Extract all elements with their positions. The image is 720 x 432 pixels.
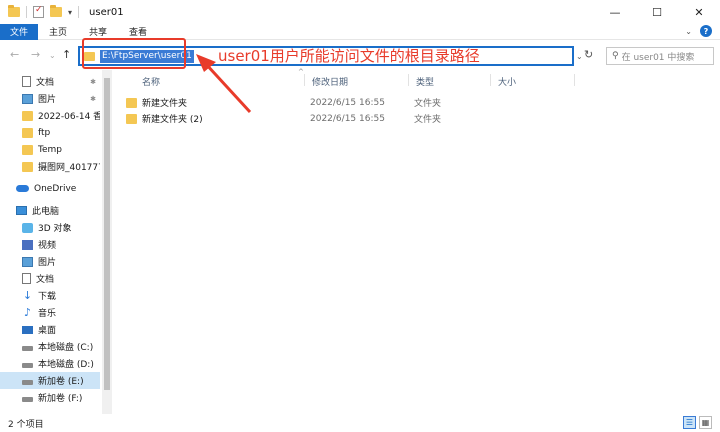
folder-icon xyxy=(22,161,33,172)
navigation-pane: 文档 ✱ 图片 ✱ 2022-06-14 香港 ftp Temp 摄图网_401… xyxy=(0,70,112,414)
nav-item-drive-c[interactable]: 本地磁盘 (C:) xyxy=(0,338,100,355)
large-icons-view-icon[interactable]: ▦ xyxy=(699,416,712,429)
annotation-text: user01用户所能访问文件的根目录路径 xyxy=(218,47,480,65)
window-title: user01 xyxy=(89,6,124,18)
picture-icon xyxy=(22,93,33,104)
nav-item-3d-objects[interactable]: 3D 对象 xyxy=(0,219,100,236)
new-folder-icon[interactable] xyxy=(50,5,62,17)
title-bar: ▾ user01 — ☐ ✕ xyxy=(0,0,720,24)
nav-item-temp[interactable]: Temp xyxy=(0,141,100,158)
properties-icon[interactable] xyxy=(33,5,44,18)
column-divider[interactable] xyxy=(490,74,491,86)
separator xyxy=(78,6,80,18)
help-icon[interactable]: ? xyxy=(700,25,712,37)
nav-item-desktop[interactable]: 桌面 xyxy=(0,321,100,338)
annotation-highlight-box xyxy=(82,38,186,69)
status-bar: 2 个项目 ☰ ▦ xyxy=(0,414,720,432)
back-arrow-icon[interactable]: ← xyxy=(10,48,19,61)
column-header-size[interactable]: 大小 xyxy=(498,75,516,88)
column-divider[interactable] xyxy=(408,74,409,86)
folder-icon xyxy=(126,113,137,124)
file-row[interactable]: 新建文件夹 (2) 2022/6/15 16:55 文件夹 xyxy=(126,111,546,126)
chevron-down-icon[interactable]: ⌄ xyxy=(685,27,692,36)
desktop-icon xyxy=(22,325,33,334)
search-icon: ⚲ xyxy=(612,51,619,61)
document-icon xyxy=(22,76,31,87)
file-row[interactable]: 新建文件夹 2022/6/15 16:55 文件夹 xyxy=(126,95,546,110)
nav-item-pictures[interactable]: 图片 xyxy=(0,253,100,270)
nav-scrollbar-thumb[interactable] xyxy=(104,78,110,390)
refresh-icon[interactable]: ↻ xyxy=(584,48,593,61)
pin-icon: ✱ xyxy=(90,77,96,86)
nav-item-drive-e[interactable]: 新加卷 (E:) xyxy=(0,372,100,389)
file-type: 文件夹 xyxy=(414,115,442,125)
file-list: 名称 ^ 修改日期 类型 大小 新建文件夹 2022/6/15 16:55 文件… xyxy=(114,68,714,414)
nav-item-pictures-pinned[interactable]: 图片 ✱ xyxy=(0,90,100,107)
file-date: 2022/6/15 16:55 xyxy=(310,97,385,108)
drive-icon xyxy=(22,396,33,402)
column-divider[interactable] xyxy=(304,74,305,86)
nav-item-drive-d[interactable]: 本地磁盘 (D:) xyxy=(0,355,100,372)
search-placeholder: 在 user01 中搜索 xyxy=(621,52,695,63)
video-icon xyxy=(22,239,33,250)
nav-item-documents[interactable]: 文档 xyxy=(0,270,100,287)
minimize-button[interactable]: — xyxy=(594,0,636,24)
download-icon: ↓ xyxy=(22,288,33,302)
tab-file[interactable]: 文件 xyxy=(0,23,39,40)
window-controls: — ☐ ✕ xyxy=(594,0,720,24)
folder-icon xyxy=(8,5,20,17)
file-name: 新建文件夹 xyxy=(142,99,188,109)
tab-home[interactable]: 主页 xyxy=(38,24,78,40)
close-button[interactable]: ✕ xyxy=(678,0,720,24)
customize-toolbar-icon[interactable]: ▾ xyxy=(68,8,72,17)
column-divider[interactable] xyxy=(574,74,575,86)
pin-icon: ✱ xyxy=(90,94,96,103)
quick-access-toolbar: ▾ xyxy=(0,5,80,18)
view-toggle: ☰ ▦ xyxy=(683,416,712,429)
nav-item-sheying[interactable]: 摄图网_401777 xyxy=(0,158,100,175)
folder-icon xyxy=(126,97,137,108)
forward-arrow-icon[interactable]: → xyxy=(31,48,40,61)
column-header-type[interactable]: 类型 xyxy=(416,75,434,88)
maximize-button[interactable]: ☐ xyxy=(636,0,678,24)
column-header-date[interactable]: 修改日期 xyxy=(312,75,348,88)
file-type: 文件夹 xyxy=(414,99,442,109)
folder-icon xyxy=(22,127,33,138)
item-count: 2 个项目 xyxy=(8,419,44,430)
nav-item-music[interactable]: ♪ 音乐 xyxy=(0,304,100,321)
details-view-icon[interactable]: ☰ xyxy=(683,416,696,429)
picture-icon xyxy=(22,256,33,267)
nav-item-onedrive[interactable]: OneDrive xyxy=(0,180,100,197)
3d-objects-icon xyxy=(22,222,33,233)
file-date: 2022/6/15 16:55 xyxy=(310,113,385,124)
search-input[interactable]: ⚲ 在 user01 中搜索 xyxy=(606,47,714,65)
file-name: 新建文件夹 (2) xyxy=(142,115,203,125)
up-arrow-icon[interactable]: ↑ xyxy=(62,48,71,61)
drive-icon xyxy=(22,362,33,368)
nav-scrollbar[interactable] xyxy=(102,70,112,414)
drive-icon xyxy=(22,345,33,351)
ribbon-right-controls: ⌄ ? xyxy=(685,25,712,37)
address-dropdown-icon[interactable]: ⌄ xyxy=(576,52,583,61)
folder-icon xyxy=(22,110,33,121)
cloud-icon xyxy=(16,185,29,192)
drive-icon xyxy=(22,379,33,385)
computer-icon xyxy=(16,206,27,215)
nav-item-ftp[interactable]: ftp xyxy=(0,124,100,141)
nav-item-downloads[interactable]: ↓ 下载 xyxy=(0,287,100,304)
nav-item-drive-f[interactable]: 新加卷 (F:) xyxy=(0,389,100,406)
document-icon xyxy=(22,273,31,284)
sort-indicator-icon: ^ xyxy=(298,68,304,76)
nav-item-videos[interactable]: 视频 xyxy=(0,236,100,253)
nav-item-documents-pinned[interactable]: 文档 ✱ xyxy=(0,73,100,90)
column-header-name[interactable]: 名称 xyxy=(142,75,160,88)
separator xyxy=(26,6,27,18)
music-icon: ♪ xyxy=(23,305,32,319)
folder-icon xyxy=(22,144,33,155)
recent-locations-icon[interactable]: ⌄ xyxy=(49,51,56,60)
nav-item-this-pc[interactable]: 此电脑 xyxy=(0,202,100,219)
nav-item-folder-2022[interactable]: 2022-06-14 香港 xyxy=(0,107,100,124)
